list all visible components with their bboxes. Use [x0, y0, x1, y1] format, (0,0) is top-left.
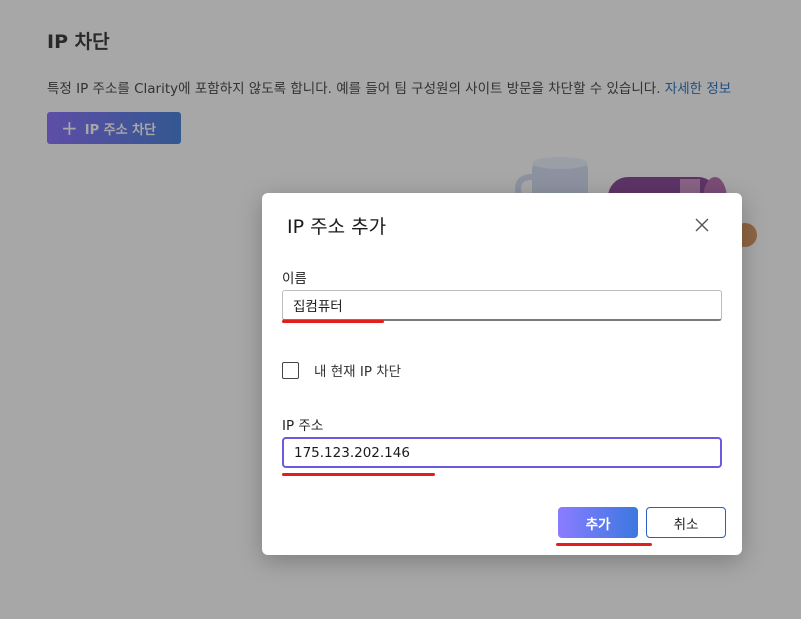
- block-current-ip-label: 내 현재 IP 차단: [314, 364, 402, 380]
- ip-address-field[interactable]: [282, 437, 722, 468]
- red-annotation-underline: [556, 543, 652, 546]
- red-annotation-underline: [282, 473, 435, 476]
- block-current-ip-checkbox[interactable]: [282, 361, 299, 379]
- close-button[interactable]: [690, 213, 714, 237]
- cancel-button[interactable]: 취소: [646, 507, 726, 538]
- add-button[interactable]: 추가: [558, 507, 638, 538]
- close-icon: [695, 218, 709, 232]
- name-label: 이름: [282, 271, 307, 287]
- add-ip-dialog: IP 주소 추가 이름 내 현재 IP 차단 IP 주소 추가 취소: [262, 193, 742, 555]
- name-field[interactable]: [282, 290, 722, 321]
- block-current-ip-row[interactable]: 내 현재 IP 차단: [282, 360, 401, 380]
- ip-label: IP 주소: [282, 418, 324, 434]
- red-annotation-underline: [282, 320, 384, 323]
- dialog-title: IP 주소 추가: [287, 216, 387, 238]
